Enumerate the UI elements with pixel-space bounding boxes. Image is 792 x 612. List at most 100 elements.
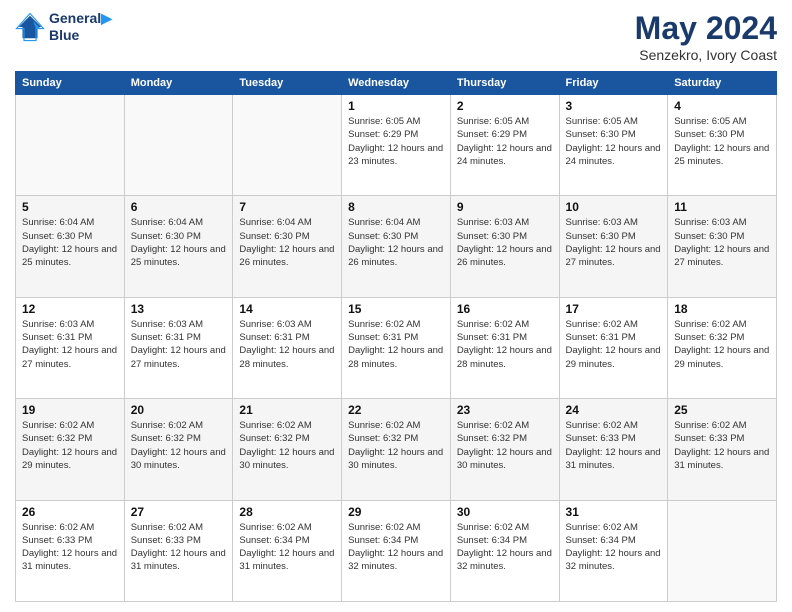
- logo-text: General▶ Blue: [49, 10, 112, 44]
- day-info: Sunrise: 6:05 AMSunset: 6:30 PMDaylight:…: [674, 115, 770, 168]
- day-info: Sunrise: 6:04 AMSunset: 6:30 PMDaylight:…: [348, 216, 444, 269]
- day-number: 14: [239, 302, 335, 316]
- day-info: Sunrise: 6:02 AMSunset: 6:31 PMDaylight:…: [566, 318, 662, 371]
- col-tuesday: Tuesday: [233, 72, 342, 95]
- day-number: 8: [348, 200, 444, 214]
- calendar-cell: 29 Sunrise: 6:02 AMSunset: 6:34 PMDayligh…: [342, 500, 451, 601]
- day-number: 13: [131, 302, 227, 316]
- day-info: Sunrise: 6:02 AMSunset: 6:33 PMDaylight:…: [674, 419, 770, 472]
- calendar-cell: 30 Sunrise: 6:02 AMSunset: 6:34 PMDayligh…: [450, 500, 559, 601]
- day-info: Sunrise: 6:02 AMSunset: 6:33 PMDaylight:…: [566, 419, 662, 472]
- calendar-cell: [668, 500, 777, 601]
- col-saturday: Saturday: [668, 72, 777, 95]
- day-info: Sunrise: 6:02 AMSunset: 6:34 PMDaylight:…: [566, 521, 662, 574]
- calendar-cell: 18 Sunrise: 6:02 AMSunset: 6:32 PMDayligh…: [668, 297, 777, 398]
- calendar-cell: 16 Sunrise: 6:02 AMSunset: 6:31 PMDayligh…: [450, 297, 559, 398]
- day-number: 28: [239, 505, 335, 519]
- page: General▶ Blue May 2024 Senzekro, Ivory C…: [0, 0, 792, 612]
- month-title: May 2024: [635, 10, 777, 47]
- day-number: 2: [457, 99, 553, 113]
- day-number: 3: [566, 99, 662, 113]
- logo: General▶ Blue: [15, 10, 112, 44]
- col-wednesday: Wednesday: [342, 72, 451, 95]
- calendar-cell: 4Sunrise: 6:05 AMSunset: 6:30 PMDaylight…: [668, 95, 777, 196]
- calendar-cell: 11Sunrise: 6:03 AMSunset: 6:30 PMDayligh…: [668, 196, 777, 297]
- day-info: Sunrise: 6:02 AMSunset: 6:32 PMDaylight:…: [239, 419, 335, 472]
- calendar-week-1: 1 Sunrise: 6:05 AMSunset: 6:29 PMDaylight…: [16, 95, 777, 196]
- day-number: 18: [674, 302, 770, 316]
- day-info: Sunrise: 6:02 AMSunset: 6:33 PMDaylight:…: [131, 521, 227, 574]
- day-number: 30: [457, 505, 553, 519]
- day-info: Sunrise: 6:02 AMSunset: 6:32 PMDaylight:…: [348, 419, 444, 472]
- day-number: 23: [457, 403, 553, 417]
- day-number: 20: [131, 403, 227, 417]
- day-info: Sunrise: 6:02 AMSunset: 6:34 PMDaylight:…: [457, 521, 553, 574]
- day-number: 6: [131, 200, 227, 214]
- calendar-cell: 28Sunrise: 6:02 AMSunset: 6:34 PMDayligh…: [233, 500, 342, 601]
- col-thursday: Thursday: [450, 72, 559, 95]
- calendar-week-5: 26 Sunrise: 6:02 AMSunset: 6:33 PMDayligh…: [16, 500, 777, 601]
- day-info: Sunrise: 6:05 AMSunset: 6:29 PMDaylight:…: [457, 115, 553, 168]
- day-number: 15: [348, 302, 444, 316]
- day-info: Sunrise: 6:03 AMSunset: 6:31 PMDaylight:…: [239, 318, 335, 371]
- day-number: 5: [22, 200, 118, 214]
- title-block: May 2024 Senzekro, Ivory Coast: [635, 10, 777, 63]
- day-number: 19: [22, 403, 118, 417]
- calendar-cell: 24 Sunrise: 6:02 AMSunset: 6:33 PMDayligh…: [559, 399, 668, 500]
- calendar-cell: 9 Sunrise: 6:03 AMSunset: 6:30 PMDaylight…: [450, 196, 559, 297]
- calendar-cell: 27 Sunrise: 6:02 AMSunset: 6:33 PMDayligh…: [124, 500, 233, 601]
- calendar-cell: 2 Sunrise: 6:05 AMSunset: 6:29 PMDaylight…: [450, 95, 559, 196]
- day-number: 21: [239, 403, 335, 417]
- calendar-cell: 22 Sunrise: 6:02 AMSunset: 6:32 PMDayligh…: [342, 399, 451, 500]
- day-info: Sunrise: 6:04 AMSunset: 6:30 PMDaylight:…: [131, 216, 227, 269]
- calendar-cell: 8 Sunrise: 6:04 AMSunset: 6:30 PMDaylight…: [342, 196, 451, 297]
- day-info: Sunrise: 6:03 AMSunset: 6:31 PMDaylight:…: [131, 318, 227, 371]
- calendar-cell: 10 Sunrise: 6:03 AMSunset: 6:30 PMDayligh…: [559, 196, 668, 297]
- day-info: Sunrise: 6:02 AMSunset: 6:34 PMDaylight:…: [348, 521, 444, 574]
- calendar-cell: 14 Sunrise: 6:03 AMSunset: 6:31 PMDayligh…: [233, 297, 342, 398]
- day-number: 12: [22, 302, 118, 316]
- day-number: 1: [348, 99, 444, 113]
- day-number: 16: [457, 302, 553, 316]
- calendar-cell: 26 Sunrise: 6:02 AMSunset: 6:33 PMDayligh…: [16, 500, 125, 601]
- day-number: 22: [348, 403, 444, 417]
- day-number: 26: [22, 505, 118, 519]
- calendar-cell: 1Sunrise: 6:05 AMSunset: 6:29 PMDaylight…: [342, 95, 451, 196]
- day-number: 11: [674, 200, 770, 214]
- day-number: 25: [674, 403, 770, 417]
- calendar-cell: 20Sunrise: 6:02 AMSunset: 6:32 PMDayligh…: [124, 399, 233, 500]
- calendar-cell: 13 Sunrise: 6:03 AMSunset: 6:31 PMDayligh…: [124, 297, 233, 398]
- calendar-week-3: 12 Sunrise: 6:03 AMSunset: 6:31 PMDayligh…: [16, 297, 777, 398]
- day-info: Sunrise: 6:02 AMSunset: 6:31 PMDaylight:…: [457, 318, 553, 371]
- day-number: 27: [131, 505, 227, 519]
- calendar-header-row: Sunday Monday Tuesday Wednesday Thursday…: [16, 72, 777, 95]
- day-number: 10: [566, 200, 662, 214]
- day-info: Sunrise: 6:04 AMSunset: 6:30 PMDaylight:…: [22, 216, 118, 269]
- calendar-cell: 19 Sunrise: 6:02 AMSunset: 6:32 PMDayligh…: [16, 399, 125, 500]
- day-info: Sunrise: 6:03 AMSunset: 6:30 PMDaylight:…: [566, 216, 662, 269]
- day-info: Sunrise: 6:05 AMSunset: 6:30 PMDaylight:…: [566, 115, 662, 168]
- day-info: Sunrise: 6:04 AMSunset: 6:30 PMDaylight:…: [239, 216, 335, 269]
- calendar-cell: 31Sunrise: 6:02 AMSunset: 6:34 PMDayligh…: [559, 500, 668, 601]
- day-number: 24: [566, 403, 662, 417]
- location: Senzekro, Ivory Coast: [635, 47, 777, 63]
- day-info: Sunrise: 6:03 AMSunset: 6:30 PMDaylight:…: [457, 216, 553, 269]
- calendar-cell: 12Sunrise: 6:03 AMSunset: 6:31 PMDayligh…: [16, 297, 125, 398]
- calendar-cell: [233, 95, 342, 196]
- logo-icon: [15, 12, 45, 42]
- calendar-cell: 25 Sunrise: 6:02 AMSunset: 6:33 PMDayligh…: [668, 399, 777, 500]
- day-number: 9: [457, 200, 553, 214]
- calendar-cell: 5 Sunrise: 6:04 AMSunset: 6:30 PMDaylight…: [16, 196, 125, 297]
- calendar-week-4: 19 Sunrise: 6:02 AMSunset: 6:32 PMDayligh…: [16, 399, 777, 500]
- calendar: Sunday Monday Tuesday Wednesday Thursday…: [15, 71, 777, 602]
- day-number: 29: [348, 505, 444, 519]
- day-info: Sunrise: 6:02 AMSunset: 6:32 PMDaylight:…: [22, 419, 118, 472]
- calendar-cell: 7Sunrise: 6:04 AMSunset: 6:30 PMDaylight…: [233, 196, 342, 297]
- col-monday: Monday: [124, 72, 233, 95]
- calendar-cell: 3 Sunrise: 6:05 AMSunset: 6:30 PMDaylight…: [559, 95, 668, 196]
- day-info: Sunrise: 6:02 AMSunset: 6:33 PMDaylight:…: [22, 521, 118, 574]
- day-info: Sunrise: 6:02 AMSunset: 6:32 PMDaylight:…: [674, 318, 770, 371]
- calendar-cell: 15 Sunrise: 6:02 AMSunset: 6:31 PMDayligh…: [342, 297, 451, 398]
- day-info: Sunrise: 6:02 AMSunset: 6:31 PMDaylight:…: [348, 318, 444, 371]
- day-info: Sunrise: 6:02 AMSunset: 6:32 PMDaylight:…: [457, 419, 553, 472]
